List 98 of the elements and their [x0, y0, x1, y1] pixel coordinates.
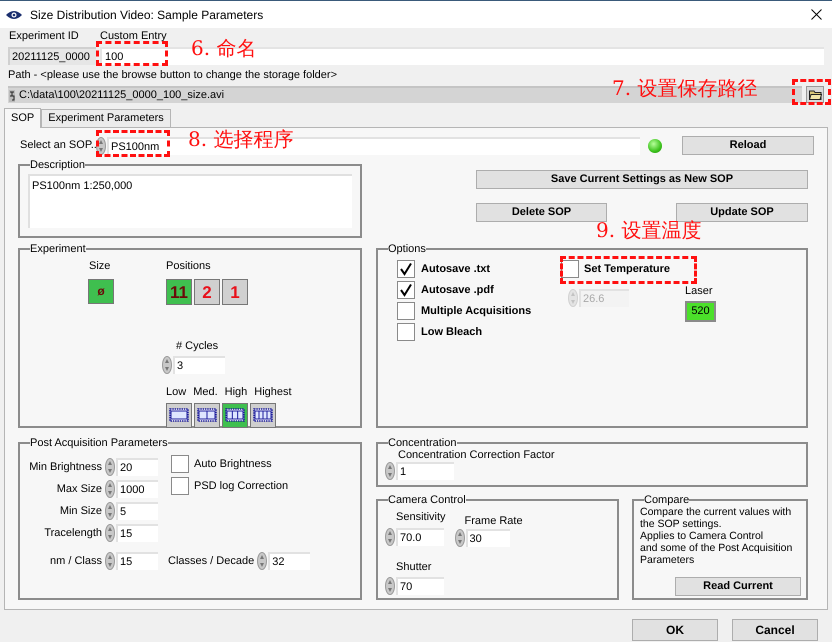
position-toggle[interactable]: 11 [166, 278, 192, 304]
push-button[interactable]: Cancel [732, 619, 818, 641]
field-label: Classes / Decade [168, 554, 254, 569]
checkbox[interactable] [171, 477, 189, 495]
film-frame-icon [169, 408, 189, 422]
quality-label: Low [166, 385, 186, 400]
field-label: Select an SOP.. [19, 138, 96, 154]
spin-arrows-icon[interactable] [105, 502, 115, 520]
close-icon[interactable] [811, 9, 822, 20]
push-button[interactable]: Read Current [675, 577, 801, 596]
checkbox-label: Low Bleach [421, 324, 482, 340]
checkmark-icon [399, 262, 413, 276]
spin-arrows-icon[interactable] [162, 356, 172, 374]
number-field[interactable]: 15 [116, 552, 158, 570]
push-button[interactable]: OK [632, 619, 718, 641]
quality-label: Med. [193, 385, 218, 400]
field-label: nm / Class [49, 554, 102, 569]
spin-arrows-icon[interactable] [385, 462, 395, 480]
checkbox[interactable] [171, 455, 189, 473]
spin-arrows-icon[interactable] [105, 552, 115, 570]
field-label: Concentration Correction Factor [398, 449, 556, 461]
spin-arrows-icon[interactable] [105, 480, 115, 498]
spin-arrows-icon[interactable] [454, 528, 465, 546]
field-label: Max Size [56, 482, 102, 497]
quality-toggle[interactable] [166, 402, 192, 428]
path-type-icon [9, 90, 15, 102]
number-field[interactable]: 20 [116, 458, 158, 476]
spin-arrows-icon[interactable] [385, 577, 395, 595]
checkbox-label: Set Temperature [584, 262, 670, 277]
quality-label: High [224, 385, 248, 400]
field-label: Path - <please use the browse button to change the storage folder> [8, 69, 338, 82]
description-text-area[interactable]: PS100nm 1:250,000 [28, 174, 352, 228]
group-title: Experiment [30, 243, 86, 255]
film-frame-icon [225, 408, 245, 422]
path-value: C:\data\100\20211125_0000_100_size.avi [19, 88, 224, 104]
checkbox[interactable] [397, 302, 415, 320]
window-title: Size Distribution Video: Sample Parameters [30, 6, 264, 24]
field-label: Shutter [396, 560, 432, 574]
compare-description: Compare the current values with the SOP settings. Applies to Camera Control and some of the Post Acquisition Parameters [640, 506, 794, 566]
highlight-frame [792, 79, 831, 105]
highlight-frame [96, 41, 168, 66]
field-label: Min Size [58, 504, 102, 519]
push-button[interactable]: Save Current Settings as New SOP [476, 170, 808, 189]
spin-arrows-icon[interactable] [385, 528, 395, 546]
number-field[interactable]: 1000 [116, 480, 158, 498]
quality-label: Highest [254, 385, 292, 400]
experiment-id-field[interactable]: 20211125_0000 [8, 47, 96, 65]
field-label: Frame Rate [464, 514, 523, 529]
film-frame-icon [197, 408, 217, 422]
checkbox-label: PSD log Correction [194, 478, 288, 494]
field-label: Min Brightness [28, 460, 102, 475]
number-field[interactable]: 1 [396, 462, 454, 480]
field-label: Positions [166, 259, 212, 274]
group-title: Options [388, 243, 426, 255]
spin-arrows-icon[interactable] [105, 524, 115, 542]
checkbox[interactable] [397, 323, 415, 341]
field-label: Tracelength [43, 526, 102, 541]
checkbox[interactable] [397, 281, 415, 299]
size-toggle[interactable]: ø [88, 278, 114, 304]
quality-toggle[interactable] [194, 402, 220, 428]
checkmark-icon [399, 283, 413, 297]
field-label: Size [89, 259, 110, 274]
checkbox[interactable] [397, 260, 415, 278]
number-field[interactable]: 70 [396, 577, 444, 595]
laser-indicator: 520 [685, 300, 716, 322]
quality-toggle[interactable] [222, 402, 248, 428]
group-title: Concentration [388, 437, 456, 449]
checkbox-label: Multiple Acquisitions [421, 304, 532, 319]
number-field[interactable]: 70.0 [396, 528, 444, 546]
group-title: Description [30, 159, 86, 171]
tab[interactable]: Experiment Parameters [41, 109, 171, 127]
field-label: Experiment ID [8, 28, 80, 44]
push-button[interactable]: Delete SOP [476, 203, 607, 222]
quality-toggle[interactable] [250, 402, 276, 428]
tab[interactable]: SOP [4, 108, 42, 128]
number-field[interactable]: 5 [116, 502, 158, 520]
film-frame-icon [253, 408, 273, 422]
field-label: Laser [685, 284, 714, 299]
field-label: # Cycles [176, 338, 220, 354]
checkbox-label: Autosave .pdf [421, 282, 494, 298]
group-title: Compare [644, 494, 690, 506]
number-field[interactable]: 15 [116, 524, 158, 542]
number-field[interactable]: 3 [173, 356, 225, 374]
field-label: Custom Entry [100, 28, 167, 44]
browse-button[interactable] [806, 86, 824, 103]
spin-arrows-icon[interactable] [257, 552, 268, 570]
group-title: Post Acquisition Parameters [30, 437, 168, 449]
checkbox-label: Autosave .txt [421, 262, 490, 277]
folder-icon [808, 90, 822, 100]
number-field[interactable]: 30 [466, 528, 510, 546]
checkbox-label: Auto Brightness [194, 456, 272, 472]
number-field[interactable]: 32 [268, 552, 310, 570]
group-title: Camera Control [388, 494, 466, 506]
spin-arrows-icon[interactable] [105, 458, 115, 476]
push-button[interactable]: Reload [682, 136, 814, 155]
eye-icon [6, 10, 22, 20]
field-label: Sensitivity [396, 510, 446, 525]
checkbox[interactable] [561, 260, 579, 278]
